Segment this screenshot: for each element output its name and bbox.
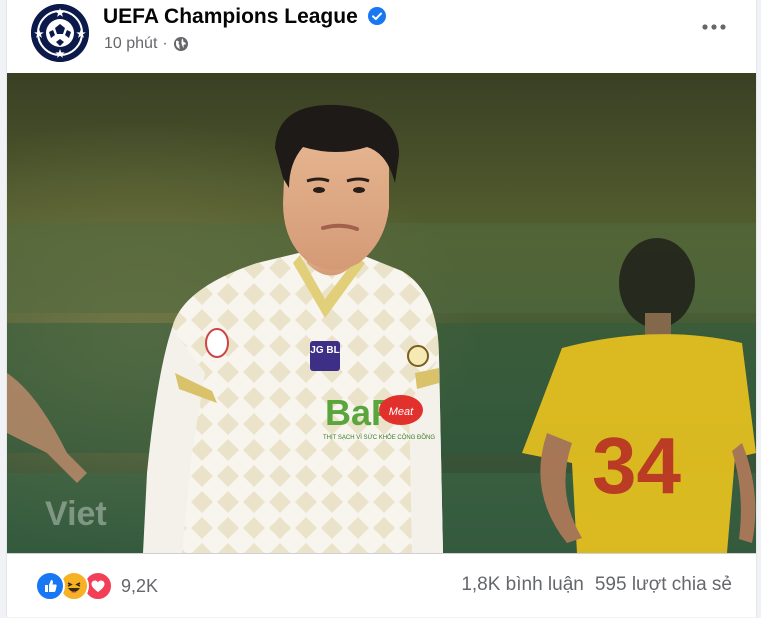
post-meta: 10 phút ·	[104, 35, 189, 53]
like-reaction-icon	[35, 571, 65, 601]
shirt-sponsor-badge: JG BL	[310, 345, 339, 356]
post-timestamp[interactable]: 10 phút	[104, 35, 157, 53]
player-photo: 34 Viet JG BL BaF Meat THỊT SẠCH VÌ SỨC …	[7, 73, 756, 553]
comment-count-link[interactable]: 1,8K bình luận	[461, 574, 584, 596]
post-engagement-bar: 9,2K 1,8K bình luận 595 lượt chia sẻ	[7, 553, 756, 618]
more-options-icon	[702, 24, 726, 30]
verified-badge-icon	[368, 7, 386, 25]
background-player-number: 34	[592, 421, 681, 510]
shirt-sponsor-tag: Meat	[389, 406, 414, 418]
post-photo[interactable]: 34 Viet JG BL BaF Meat THỊT SẠCH VÌ SỨC …	[7, 73, 756, 553]
champions-league-logo-icon	[31, 4, 89, 62]
reaction-count: 9,2K	[121, 575, 159, 596]
engagement-stats: 1,8K bình luận 595 lượt chia sẻ	[461, 574, 732, 596]
more-options-button[interactable]	[694, 12, 734, 42]
globe-icon	[173, 37, 188, 51]
shirt-slogan: THỊT SẠCH VÌ SỨC KHỎE CỘNG ĐỒNG	[323, 434, 435, 441]
meta-separator: ·	[162, 35, 168, 52]
page-name[interactable]: UEFA Champions League	[103, 5, 358, 29]
page-avatar[interactable]	[31, 4, 89, 62]
photo-watermark: Viet	[45, 495, 107, 533]
reactions-summary[interactable]: 9,2K	[35, 571, 159, 601]
post-header: UEFA Champions League 10 phút ·	[7, 0, 756, 73]
share-count-link[interactable]: 595 lượt chia sẻ	[595, 574, 732, 596]
post-card: UEFA Champions League 10 phút · 34 Viet …	[6, 0, 757, 617]
